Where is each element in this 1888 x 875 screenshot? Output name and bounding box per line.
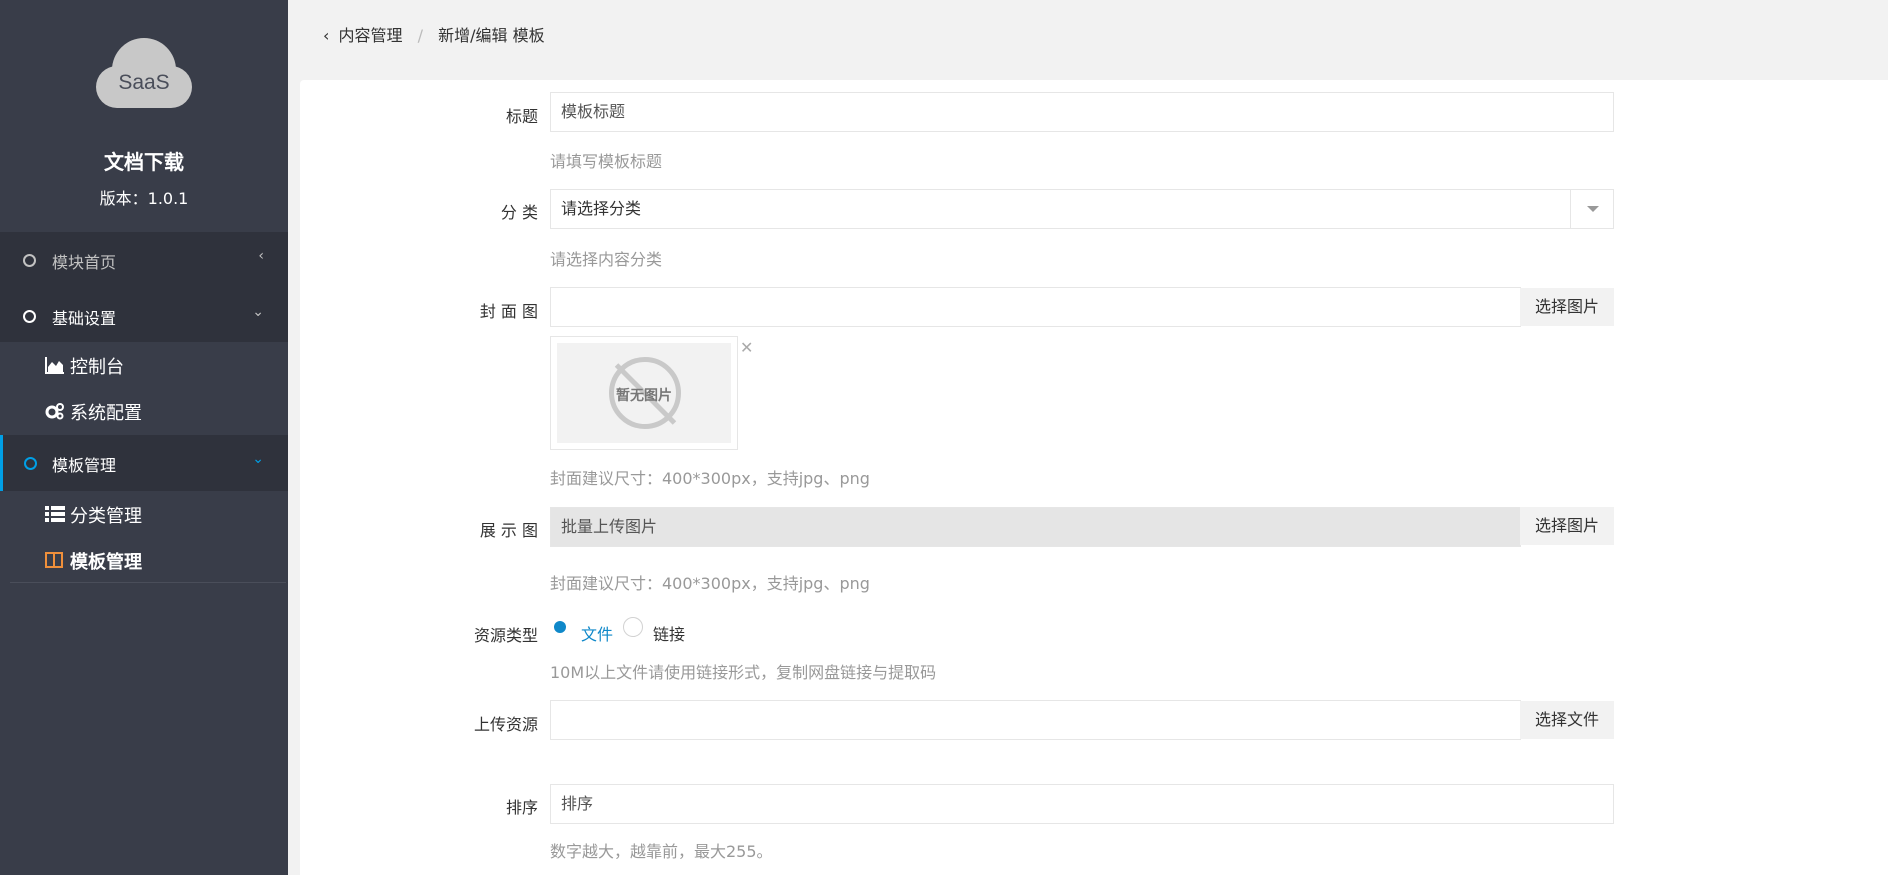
nav-basic-settings[interactable]: 基础设置 ⌄ — [0, 288, 288, 344]
back-chevron-icon[interactable]: ‹ — [323, 26, 329, 45]
title-label: 标题 — [505, 107, 538, 126]
gallery-help: 封面建议尺寸：400*300px，支持jpg、png — [550, 574, 870, 593]
cover-select-image-button[interactable]: 选择图片 — [1520, 288, 1614, 326]
breadcrumb: ‹ 内容管理 / 新增/编辑 模板 — [323, 22, 545, 46]
nav-label: 系统配置 — [70, 403, 142, 424]
sort-input[interactable]: 排序 — [550, 784, 1614, 824]
radio-link[interactable] — [623, 617, 643, 637]
cloud-logo-icon: SaaS — [96, 38, 192, 108]
category-selected: 请选择分类 — [561, 199, 642, 218]
nav-system-config[interactable]: 系统配置 — [0, 388, 288, 434]
nav-label: 模块首页 — [52, 253, 117, 272]
title-placeholder: 模板标题 — [561, 102, 626, 121]
gallery-label: 展 示 图 — [479, 521, 538, 540]
gallery-select-image-button[interactable]: 选择图片 — [1520, 507, 1614, 545]
cover-help: 封面建议尺寸：400*300px，支持jpg、png — [550, 469, 870, 488]
select-arrow-icon[interactable] — [1570, 189, 1614, 229]
upload-input[interactable] — [550, 700, 1521, 740]
gallery-value: 批量上传图片 — [561, 517, 658, 536]
breadcrumb-current: 新增/编辑 模板 — [438, 26, 545, 45]
resource-type-help: 10M以上文件请使用链接形式，复制网盘链接与提取码 — [550, 663, 937, 682]
app-title: 文档下载 — [104, 150, 184, 174]
sidebar: SaaS 文档下载 版本：1.0.1 模块首页 ‹ 基础设置 ⌄ 控制台 系统配… — [0, 0, 288, 875]
radio-file[interactable] — [550, 617, 570, 637]
gears-icon — [45, 403, 64, 420]
logo-text: SaaS — [118, 71, 170, 94]
circle-icon — [24, 457, 37, 470]
area-chart-icon — [45, 357, 64, 374]
category-select[interactable]: 请选择分类 — [550, 189, 1614, 229]
nav-template-management[interactable]: 模板管理 ⌄ — [0, 435, 288, 491]
select-file-button[interactable]: 选择文件 — [1520, 701, 1614, 739]
chevron-left-icon: ‹ — [258, 248, 264, 264]
breadcrumb-parent-link[interactable]: 内容管理 — [339, 26, 403, 45]
nav-label: 基础设置 — [52, 309, 117, 328]
nav-template-list[interactable]: 模板管理 — [0, 537, 288, 583]
remove-image-icon[interactable]: ✕ — [740, 338, 753, 357]
category-label: 分 类 — [500, 203, 538, 222]
resource-type-label: 资源类型 — [473, 626, 538, 645]
list-icon — [45, 506, 65, 522]
sort-label: 排序 — [505, 798, 538, 817]
no-image-text: 暂无图片 — [616, 388, 672, 404]
cover-label: 封 面 图 — [479, 302, 538, 321]
breadcrumb-separator: / — [417, 26, 423, 45]
columns-icon — [45, 552, 63, 568]
no-image-placeholder: 暂无图片 — [557, 343, 731, 443]
sort-help: 数字越大，越靠前，最大255。 — [550, 842, 773, 861]
upload-label: 上传资源 — [473, 715, 538, 734]
nav-category-management[interactable]: 分类管理 — [0, 491, 288, 537]
gallery-input[interactable]: 批量上传图片 — [550, 507, 1521, 547]
radio-link-label[interactable]: 链接 — [653, 621, 685, 645]
circle-icon — [23, 310, 36, 323]
nav-label: 模板管理 — [52, 456, 117, 475]
sort-placeholder: 排序 — [561, 794, 594, 813]
circle-icon — [23, 254, 36, 267]
nav-label: 分类管理 — [70, 506, 142, 527]
cover-preview: 暂无图片 — [550, 336, 738, 450]
category-help: 请选择内容分类 — [550, 250, 663, 269]
nav-divider — [10, 582, 286, 583]
title-help: 请填写模板标题 — [550, 152, 663, 171]
nav-module-home[interactable]: 模块首页 ‹ — [0, 232, 288, 288]
nav-console[interactable]: 控制台 — [0, 342, 288, 388]
app-version: 版本：1.0.1 — [99, 189, 189, 208]
title-input[interactable]: 模板标题 — [550, 92, 1614, 132]
brand: SaaS 文档下载 版本：1.0.1 — [0, 0, 288, 232]
chevron-down-icon: ⌄ — [252, 451, 264, 467]
radio-file-label[interactable]: 文件 — [581, 621, 613, 645]
cover-input[interactable] — [550, 287, 1521, 327]
nav-label: 模板管理 — [70, 552, 142, 573]
nav-label: 控制台 — [70, 357, 124, 378]
chevron-down-icon: ⌄ — [252, 304, 264, 320]
